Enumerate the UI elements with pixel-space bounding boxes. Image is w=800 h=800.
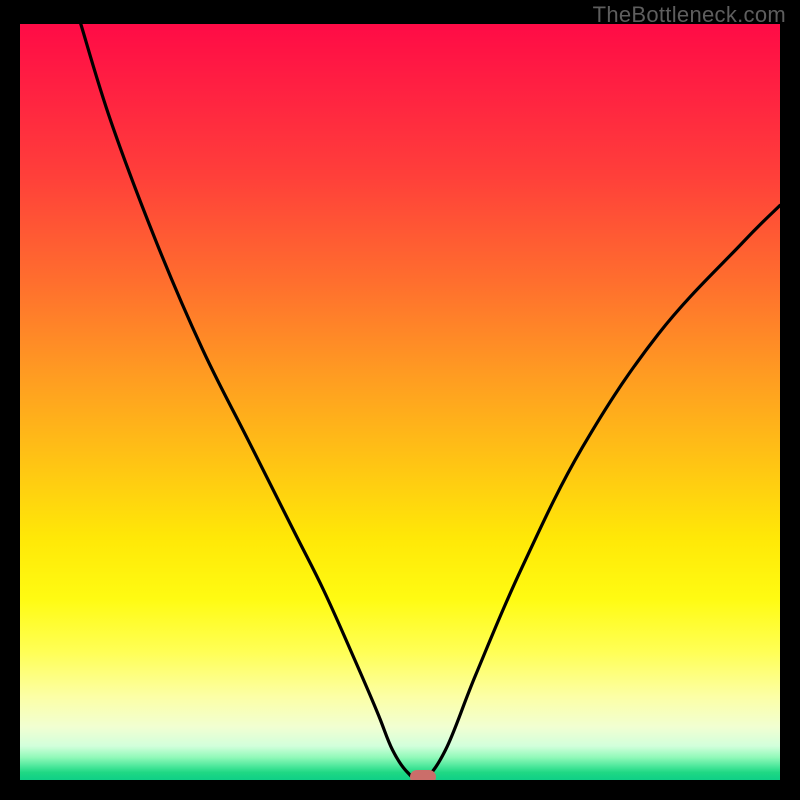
chart-frame: TheBottleneck.com xyxy=(0,0,800,800)
bottleneck-curve xyxy=(20,24,780,780)
plot-area xyxy=(20,24,780,780)
optimal-point-marker xyxy=(410,770,436,780)
